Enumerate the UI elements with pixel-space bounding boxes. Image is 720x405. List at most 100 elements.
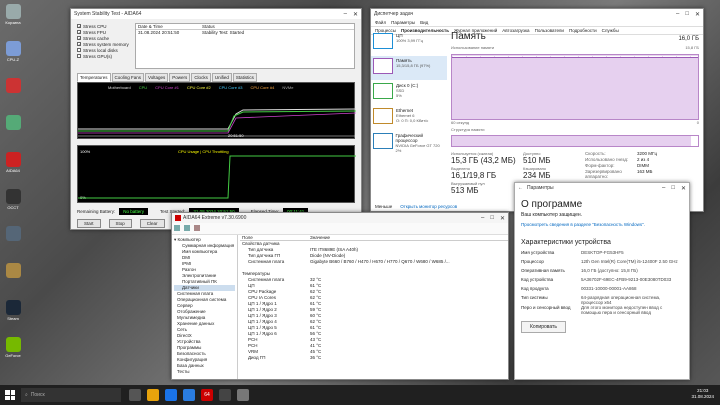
- desktop-icon[interactable]: [2, 115, 24, 143]
- date-header: Date & Time: [138, 24, 163, 29]
- checkbox-icon[interactable]: ✓: [77, 24, 81, 29]
- stability-test-window[interactable]: System Stability Test - AIDA64 – ✕ ✓ Stres…: [70, 8, 362, 230]
- menu-item[interactable]: Вид: [420, 20, 428, 25]
- maximize-icon[interactable]: □: [671, 185, 675, 192]
- stability-tab[interactable]: Powers: [169, 73, 191, 82]
- stress-options: ✓ Stress CPU ✓ Stress FPU ✓ Stress cache ✓ Stre…: [77, 23, 135, 59]
- copy-button[interactable]: Копировать: [521, 321, 566, 333]
- graph-time-label: 20:51:50: [228, 133, 244, 138]
- memory-stat: Кэшировано 234 МБ: [523, 166, 575, 180]
- aida64-window[interactable]: AIDA64 Extreme v7.30.6900 – □ ✕ ▾ Компьюте…: [171, 212, 509, 380]
- minimize-icon[interactable]: –: [676, 11, 679, 18]
- back-icon[interactable]: [174, 225, 180, 231]
- spec-row: Перо и сенсорный ввод Для этого монитора …: [521, 305, 683, 315]
- resource-monitor-link[interactable]: Открыть монитор ресурсов: [400, 204, 457, 209]
- perf-item[interactable]: Память 15,3/15,8 ГБ (97%): [371, 56, 447, 80]
- checkbox-icon[interactable]: ✓: [77, 30, 81, 35]
- minimize-icon[interactable]: –: [344, 11, 347, 18]
- memory-stat: Выделено 16,1/19,8 ГБ: [451, 166, 523, 180]
- fewer-details-link[interactable]: Меньше: [375, 204, 392, 209]
- stability-button[interactable]: Stop: [108, 219, 132, 228]
- composition-label: Структура памяти: [451, 127, 485, 132]
- desktop-icon[interactable]: [2, 263, 24, 291]
- taskmgr-titlebar[interactable]: Диспетчер задач – □ ✕: [371, 9, 703, 19]
- spec-label: Процессор: [521, 259, 544, 264]
- desktop-icon[interactable]: [2, 226, 24, 254]
- minimize-icon[interactable]: –: [662, 185, 665, 192]
- app-icon: [5, 78, 21, 93]
- perf-text: Диск 0 (C:) SSD 5%: [396, 83, 418, 103]
- desktop-icon[interactable]: [2, 78, 24, 106]
- browser-icon[interactable]: [165, 389, 177, 401]
- perf-text: Ethernet Ethernet 6 О: 0 П: 0,0 Кбит/с: [396, 108, 428, 128]
- stat-value: 510 МБ: [523, 156, 551, 165]
- stability-tab[interactable]: Clocks: [191, 73, 211, 82]
- aida-toolbar: [172, 223, 508, 235]
- desktop-icon[interactable]: CPU-Z: [2, 41, 24, 69]
- stability-button[interactable]: Clear: [139, 219, 165, 228]
- desktop-icon[interactable]: AIDA64: [2, 152, 24, 180]
- perf-thumbnail: [373, 33, 393, 49]
- checkbox-icon[interactable]: ✓: [77, 36, 81, 41]
- spec-label: Перо и сенсорный ввод: [521, 305, 571, 310]
- edge-icon[interactable]: [183, 389, 195, 401]
- perf-item[interactable]: Диск 0 (C:) SSD 5%: [371, 81, 447, 105]
- app-icon: [5, 263, 21, 278]
- desktop-icon[interactable]: Steam: [2, 300, 24, 328]
- stat-value: 234 МБ: [523, 171, 551, 180]
- taskmgr-taskbar-icon[interactable]: [219, 389, 231, 401]
- about-heading: О программе: [521, 199, 583, 210]
- detail-label: Зарезервировано аппаратно:: [585, 169, 622, 179]
- stability-titlebar[interactable]: System Stability Test - AIDA64 – ✕: [71, 9, 361, 19]
- maximize-icon[interactable]: □: [490, 215, 494, 222]
- checkbox-icon[interactable]: ✓: [77, 42, 81, 47]
- close-icon[interactable]: ✕: [681, 185, 686, 192]
- perf-item[interactable]: ЦП 100% 3,99 ГГц: [371, 31, 447, 55]
- close-icon[interactable]: ✕: [695, 11, 700, 18]
- spec-value: 00331-10000-00001-AA868: [581, 286, 637, 291]
- clock[interactable]: 21:03 31.08.2024: [691, 388, 714, 400]
- security-link[interactable]: Просмотреть сведения в разделе "Безопасн…: [521, 222, 683, 227]
- stability-tab[interactable]: Voltages: [145, 73, 169, 82]
- menu-item[interactable]: Параметры: [391, 20, 415, 25]
- desktop-icon[interactable]: Корзина: [2, 4, 24, 32]
- aida-title: AIDA64 Extreme v7.30.6900: [183, 215, 247, 221]
- menu-item[interactable]: Файл: [375, 20, 386, 25]
- task-view-icon[interactable]: [129, 389, 141, 401]
- stress-checkbox[interactable]: Stress GPU(s): [77, 53, 135, 59]
- stability-button[interactable]: Start: [77, 219, 101, 228]
- stability-title: System Stability Test - AIDA64: [74, 11, 142, 17]
- checkbox-icon[interactable]: [77, 48, 81, 52]
- desktop-icon[interactable]: OCCT: [2, 189, 24, 217]
- tree-item[interactable]: Тесты: [174, 369, 235, 375]
- minimize-icon[interactable]: –: [481, 215, 484, 222]
- aida-titlebar[interactable]: AIDA64 Extreme v7.30.6900 – □ ✕: [172, 213, 508, 223]
- settings-taskbar-icon[interactable]: [237, 389, 249, 401]
- perf-text: Графический процессор NVIDIA GeForce GT 7…: [396, 133, 445, 153]
- perf-sub: 2%: [395, 148, 402, 153]
- stability-tab[interactable]: Temperatures: [77, 73, 111, 82]
- explorer-icon[interactable]: [147, 389, 159, 401]
- search-box[interactable]: ⌕ Поиск: [21, 388, 121, 402]
- stability-tab[interactable]: Statistics: [232, 73, 257, 82]
- close-icon[interactable]: ✕: [500, 215, 505, 222]
- perf-item[interactable]: Графический процессор NVIDIA GeForce GT 7…: [371, 131, 447, 155]
- spec-row: Код продукта 00331-10000-00001-AA868: [521, 286, 683, 295]
- forward-icon[interactable]: [184, 225, 190, 231]
- checkbox-icon[interactable]: [77, 54, 81, 58]
- sensor-row[interactable]: Диод ГП 36 °C: [240, 355, 508, 361]
- stability-tab[interactable]: Unified: [211, 73, 232, 82]
- maximize-icon[interactable]: □: [685, 11, 689, 18]
- perf-text: ЦП 100% 3,99 ГГц: [396, 33, 423, 53]
- back-arrow-icon[interactable]: ←: [518, 185, 523, 191]
- perf-item[interactable]: Ethernet Ethernet 6 О: 0 П: 0,0 Кбит/с: [371, 106, 447, 130]
- settings-titlebar[interactable]: ← Параметры – □ ✕: [515, 183, 689, 193]
- stress-checkbox[interactable]: ✓ Stress system memory: [77, 41, 135, 47]
- aida64-taskbar-icon[interactable]: 64: [201, 389, 213, 401]
- settings-window[interactable]: ← Параметры – □ ✕ О программе Ваш компьюте…: [514, 182, 690, 380]
- start-icon[interactable]: [5, 390, 15, 400]
- desktop-icon[interactable]: GeForce: [2, 337, 24, 365]
- close-icon[interactable]: ✕: [353, 11, 358, 18]
- stability-tab[interactable]: Cooling Fans: [111, 73, 145, 82]
- refresh-icon[interactable]: [194, 225, 200, 231]
